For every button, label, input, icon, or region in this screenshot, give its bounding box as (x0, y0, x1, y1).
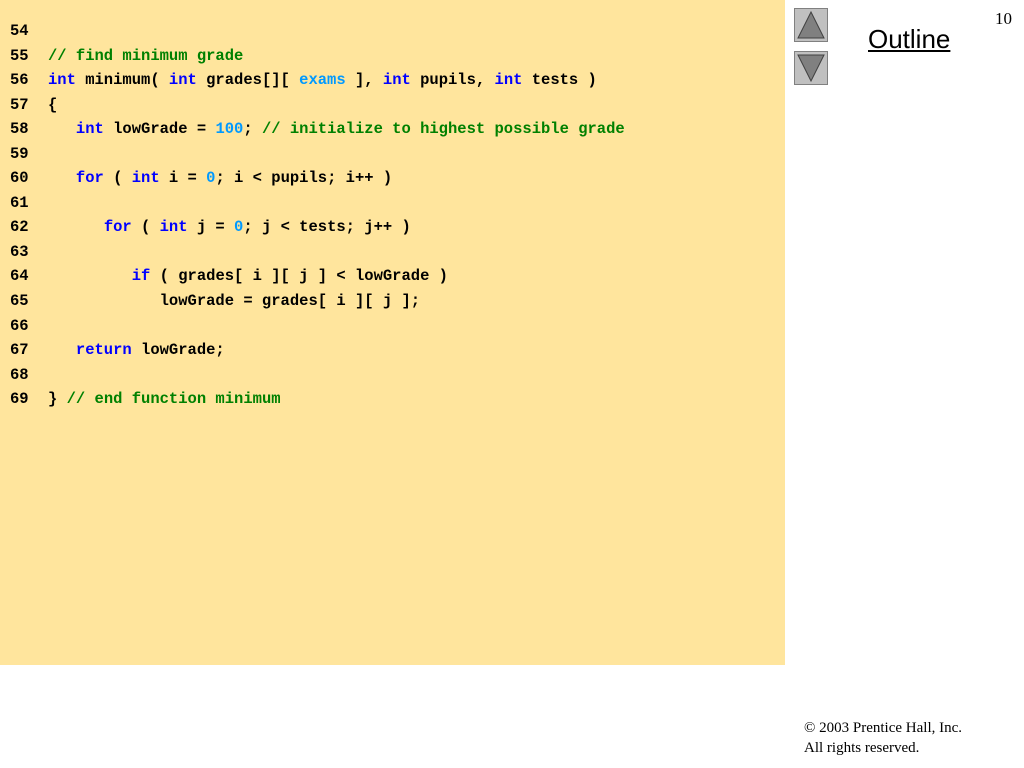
line-number: 55 (10, 46, 29, 65)
line-number: 60 (10, 169, 29, 188)
line-number: 64 (10, 267, 29, 286)
code-text: } // end function minimum (48, 387, 281, 412)
line-number: 61 (10, 193, 29, 212)
code-token: lowGrade = grades[ i ][ j ]; (48, 292, 421, 311)
code-text: { (48, 93, 57, 118)
line-number: 63 (10, 242, 29, 261)
code-token: pupils, (410, 71, 495, 90)
line-number: 59 (10, 144, 29, 163)
code-token: ], (345, 71, 383, 90)
copyright-line: © 2003 Prentice Hall, Inc. (804, 720, 963, 736)
keyword-token: for (103, 218, 132, 237)
code-text: if ( grades[ i ][ j ] < lowGrade ) (48, 264, 448, 289)
code-token: tests ) (522, 71, 597, 90)
code-token: { (48, 95, 58, 114)
line-number: 68 (10, 365, 29, 384)
line-number: 66 (10, 316, 29, 335)
code-token: lowGrade = (103, 120, 216, 139)
previous-slide-button[interactable] (794, 8, 828, 42)
code-text: for ( int i = 0; i < pupils; i++ ) (48, 166, 392, 191)
keyword-token: for (75, 169, 104, 188)
triangle-down-icon (797, 54, 825, 83)
comment-token: // end function minimum (66, 390, 281, 409)
keyword-token: int (494, 71, 523, 90)
copyright-notice: © 2003 Prentice Hall, Inc. All rights re… (804, 718, 962, 758)
code-text: int lowGrade = 100; // initialize to hig… (48, 117, 625, 142)
keyword-token: int (159, 218, 188, 237)
code-token: j = (187, 218, 235, 237)
line-number: 56 (10, 71, 29, 90)
line-number: 67 (10, 341, 29, 360)
line-number: 69 (10, 390, 29, 409)
code-token: ( (131, 218, 160, 237)
code-token: ; i < pupils; i++ ) (215, 169, 393, 188)
code-token: } (48, 390, 67, 409)
code-text: for ( int j = 0; j < tests; j++ ) (48, 215, 411, 240)
comment-token: // find minimum grade (48, 46, 244, 65)
literal-token: 0 (234, 218, 244, 237)
code-token: ( (103, 169, 132, 188)
line-number: 62 (10, 218, 29, 237)
code-token: ; (243, 120, 262, 139)
page-number: 10 (995, 9, 1012, 28)
line-number: 65 (10, 292, 29, 311)
code-text: // find minimum grade (48, 44, 243, 69)
line-number: 54 (10, 22, 29, 40)
code-token: i = (159, 169, 207, 188)
line-number: 58 (10, 120, 29, 139)
code-text: int minimum( int grades[][ exams ], int … (48, 68, 597, 93)
code-token: lowGrade; (131, 341, 225, 360)
outline-link[interactable]: Outline (868, 24, 950, 55)
keyword-token: if (131, 267, 151, 286)
code-listing-panel: 54 55 // find minimum grade 56 int minimum( … (0, 0, 785, 665)
comment-token: // initialize to highest possible grade (261, 120, 625, 139)
keyword-token: int (131, 169, 160, 188)
code-text: lowGrade = grades[ i ][ j ]; (48, 289, 420, 314)
rights-line: All rights reserved. (804, 740, 920, 756)
literal-token: 100 (215, 120, 244, 139)
keyword-token: return (75, 341, 132, 360)
keyword-token: int (75, 120, 104, 139)
code-token: grades[][ (196, 71, 300, 90)
code-token: minimum( (75, 71, 169, 90)
line-number: 57 (10, 95, 29, 114)
triangle-up-icon (797, 10, 825, 39)
keyword-token: int (48, 71, 76, 90)
next-slide-button[interactable] (794, 51, 828, 85)
code-token: ; j < tests; j++ ) (243, 218, 411, 237)
keyword-token: int (382, 71, 411, 90)
code-text: return lowGrade; (48, 338, 225, 363)
code-token: ( grades[ i ][ j ] < lowGrade ) (150, 267, 448, 286)
keyword-token: int (168, 71, 197, 90)
literal-token: exams (299, 71, 346, 90)
